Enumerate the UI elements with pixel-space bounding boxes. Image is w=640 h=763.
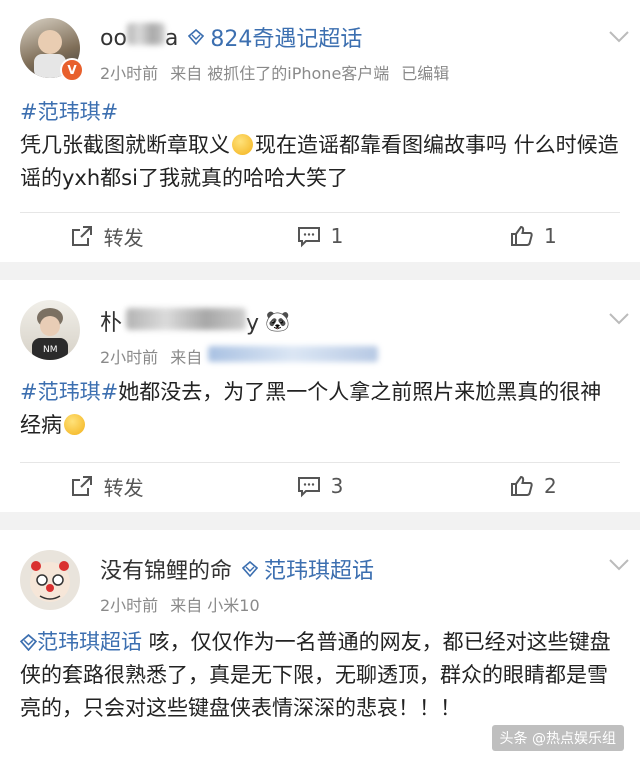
post-body: 范玮琪超话 咳，仅仅作为一名普通的网友，都已经对这些键盘侠的套路很熟悉了，真是无… [19, 626, 620, 725]
repost-button[interactable]: 转发 [0, 213, 213, 259]
verified-badge: V [60, 58, 84, 82]
username-text: 朴 [100, 311, 123, 336]
thumbs-up-icon [510, 225, 533, 246]
post-source: 来自 被抓住了的iPhone客户端 [170, 64, 390, 83]
comment-count: 1 [330, 224, 344, 248]
post-meta: 2小时前 来自 被抓住了的iPhone客户端 已编辑 [100, 60, 449, 84]
username-tail: a [164, 26, 179, 51]
user-row: 朴y 🐼 [100, 304, 290, 338]
post-source-prefix: 来自 [170, 348, 203, 367]
watermark: 头条 @热点娱乐组 [491, 725, 624, 751]
avatar[interactable] [20, 550, 80, 610]
super-topic-link[interactable]: 范玮琪超话 [37, 630, 142, 654]
post-time: 2小时前 [100, 64, 159, 83]
username-blurred [126, 23, 165, 45]
comment-button[interactable]: 3 [213, 463, 426, 509]
hashtag-link[interactable]: #范玮琪# [20, 380, 118, 404]
username[interactable]: 朴y [100, 305, 259, 337]
chevron-down-icon[interactable] [608, 312, 630, 326]
chevron-down-icon[interactable] [608, 30, 630, 44]
username[interactable]: oo a [100, 23, 178, 51]
username[interactable]: 没有锦鲤的命 [100, 553, 232, 585]
post-card: V oo a 824奇遇记超话 2小时前 来自 被抓住了的iPhone客户端 已编… [0, 0, 640, 262]
post-source-blurred [208, 346, 379, 362]
super-topic-link[interactable]: 824奇遇记超话 [210, 21, 362, 53]
thumbs-up-icon [510, 475, 533, 496]
panda-emoji-icon: 🐼 [265, 309, 290, 333]
comment-icon [297, 227, 320, 248]
super-topic-diamond-icon [188, 29, 205, 45]
post-text: 凭几张截图就断章取义 [20, 133, 230, 157]
post-body: #范玮琪# 凭几张截图就断章取义 现在造谣都靠看图编故事吗 什么时候造谣的yxh都… [20, 96, 620, 195]
share-icon [71, 226, 92, 246]
post-meta: 2小时前 来自 小米10 [100, 592, 260, 616]
user-row: 没有锦鲤的命 范玮琪超话 [100, 552, 374, 586]
avatar-image [30, 561, 70, 602]
super-topic-link[interactable]: 范玮琪超话 [264, 553, 374, 585]
post-meta: 2小时前 来自 [100, 344, 379, 368]
avatar-image: NM [32, 308, 68, 360]
action-bar: 转发 1 1 [0, 213, 640, 259]
chevron-down-icon[interactable] [608, 558, 630, 572]
post-body: #范玮琪#她都没去，为了黑一个人拿之前照片来尬黑真的很神经病 [20, 376, 620, 442]
comment-button[interactable]: 1 [213, 213, 426, 259]
svg-text:NM: NM [43, 345, 58, 355]
hashtag-link[interactable]: #范玮琪# [20, 100, 118, 124]
username-blurred [126, 308, 247, 330]
comment-count: 3 [330, 474, 344, 498]
super-topic-diamond-icon [242, 561, 259, 577]
super-topic-diamond-icon [19, 633, 38, 652]
post-time: 2小时前 [100, 348, 159, 367]
post-source: 来自 小米10 [170, 596, 260, 615]
like-button[interactable]: 2 [427, 463, 640, 509]
post-card: NM 朴y 🐼 2小时前 来自 #范玮琪#她都没去，为了黑一个人拿之前照片来尬黑… [0, 280, 640, 512]
username-tail: y [246, 311, 260, 336]
emoji-icon [232, 134, 253, 155]
repost-button[interactable]: 转发 [0, 463, 213, 509]
user-row: oo a 824奇遇记超话 [100, 20, 362, 54]
username-text: oo [100, 26, 127, 51]
share-icon [71, 476, 92, 496]
like-count: 2 [543, 474, 557, 498]
like-count: 1 [543, 224, 557, 248]
action-bar: 转发 3 2 [0, 463, 640, 509]
emoji-icon [64, 414, 85, 435]
avatar[interactable]: NM [20, 300, 80, 360]
like-button[interactable]: 1 [427, 213, 640, 259]
post-card: 没有锦鲤的命 范玮琪超话 2小时前 来自 小米10 范玮琪超话 咳，仅仅作为一名… [0, 530, 640, 763]
repost-label: 转发 [103, 475, 144, 500]
post-time: 2小时前 [100, 596, 159, 615]
comment-icon [297, 477, 320, 498]
edited-label: 已编辑 [401, 64, 450, 83]
repost-label: 转发 [103, 225, 144, 250]
